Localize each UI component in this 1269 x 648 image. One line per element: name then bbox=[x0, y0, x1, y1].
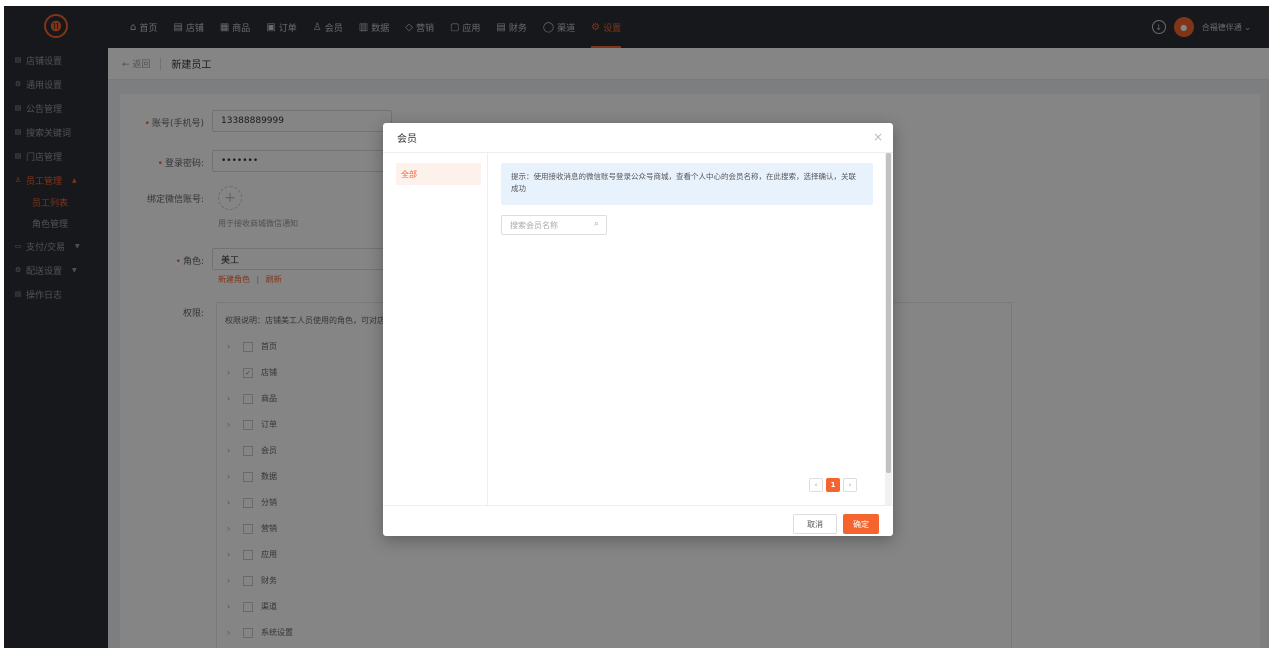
member-modal: 会员 × 全部 提示：使用接收消息的微信账号登录公众号商城，查看个人中心的会员名… bbox=[383, 123, 893, 536]
modal-category-list: 全部 bbox=[383, 153, 488, 505]
confirm-button[interactable]: 确定 bbox=[843, 514, 879, 534]
close-icon[interactable]: × bbox=[873, 130, 883, 144]
next-page-button[interactable]: › bbox=[843, 478, 857, 492]
modal-title: 会员 bbox=[397, 134, 417, 145]
cancel-button[interactable]: 取消 bbox=[793, 514, 837, 534]
tip-banner: 提示：使用接收消息的微信账号登录公众号商城，查看个人中心的会员名称，在此搜索，选… bbox=[501, 163, 873, 205]
prev-page-button[interactable]: ‹ bbox=[809, 478, 823, 492]
modal-footer: 取消 确定 bbox=[383, 505, 893, 536]
app-frame: ⓫ ⌂ 首页 ▤ 店铺 ▦ 商品 ▣ 订单 ♙ 会员 ▥ 数据 ◇ 营销 ▢ 应用 ▤ 财务 ◯ 渠道 ⚙ 设置 ↓ ● … bbox=[4, 6, 1269, 648]
category-all-tab[interactable]: 全部 bbox=[396, 163, 481, 185]
modal-header: 会员 × bbox=[383, 123, 893, 153]
pagination: ‹ 1 › bbox=[809, 478, 857, 492]
scrollbar-thumb[interactable] bbox=[886, 153, 891, 473]
modal-scrollbar[interactable] bbox=[885, 153, 892, 506]
page-1-button[interactable]: 1 bbox=[826, 478, 840, 492]
member-search-input[interactable]: 搜索会员名称 ⌕ bbox=[501, 215, 607, 235]
search-placeholder: 搜索会员名称 bbox=[510, 220, 558, 230]
search-icon[interactable]: ⌕ bbox=[594, 219, 599, 229]
